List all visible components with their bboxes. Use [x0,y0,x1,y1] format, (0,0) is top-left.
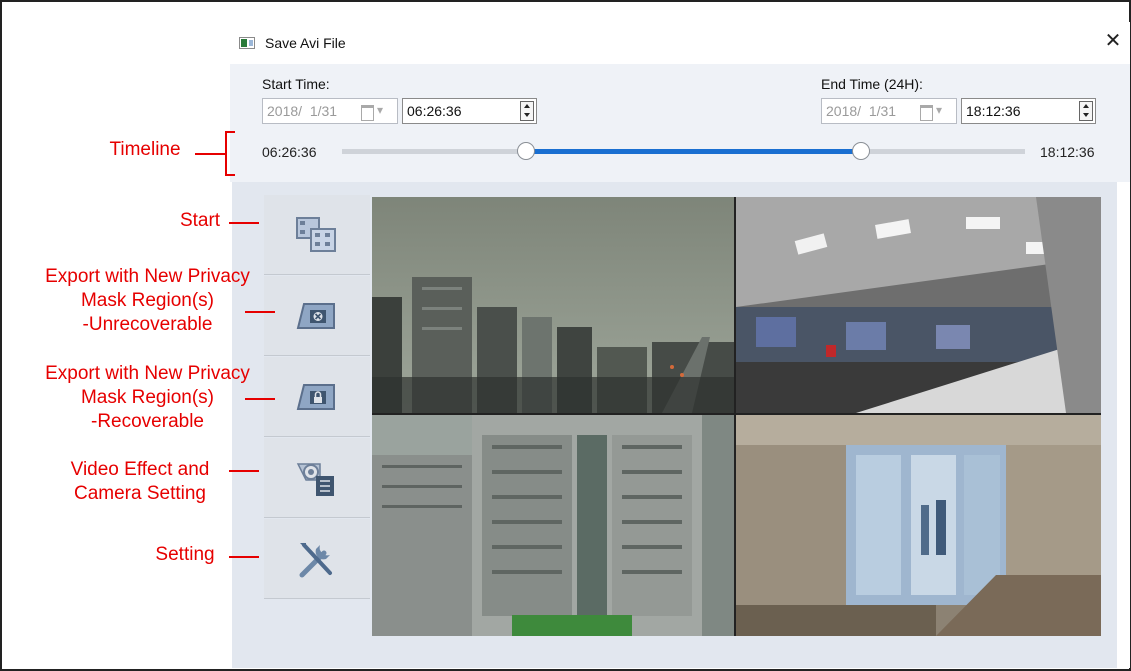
end-time-input[interactable]: 18:12:36 [961,98,1096,124]
end-date-picker[interactable]: 2018/ 1/31 [821,98,957,124]
annotation-video-effect: Video Effect and Camera Setting [45,458,235,506]
start-date-value: 2018/ 1/31 [267,103,338,119]
annotation-line [229,556,259,558]
start-date-picker[interactable]: 2018/ 1/31 [262,98,398,124]
city-skyline-view[interactable] [372,197,734,413]
timeline-start-handle[interactable] [517,142,536,160]
annotation-line [229,470,259,472]
timeline-start-caption: 06:26:36 [262,144,317,160]
start-time-value: 06:26:36 [407,103,462,119]
time-controls: Start Time: 2018/ 1/31 06:26:36 End Time… [230,64,1130,182]
annotation-recoverable: Export with New Privacy Mask Region(s) -… [20,362,275,434]
building-exterior-view[interactable] [372,415,734,636]
annotation-line [229,222,259,224]
annotation-setting: Setting [155,544,215,565]
annotation-text-line: Mask Region(s) [80,387,215,408]
export-privacy-unrecoverable-button[interactable] [264,276,370,356]
start-time-label: Start Time: [262,76,330,92]
start-button[interactable] [264,195,370,275]
start-time-input[interactable]: 06:26:36 [402,98,537,124]
player-panel [232,182,1117,668]
timeline-end-caption: 18:12:36 [1040,144,1095,160]
side-toolbar [264,195,370,599]
camera-feed-image [736,415,1101,636]
calendar-dropdown-icon[interactable] [361,103,393,121]
app-icon [239,37,255,49]
lobby-entrance-view[interactable] [736,415,1101,636]
end-time-label: End Time (24H): [821,76,923,92]
end-time-value: 18:12:36 [966,103,1021,119]
annotation-line [195,153,225,155]
timeline-end-handle[interactable] [852,142,871,160]
export-privacy-recoverable-button[interactable] [264,357,370,437]
camera-feed-image [372,197,734,413]
annotation-text-line: Export with New Privacy [45,266,250,287]
annotation-text-line: -Unrecoverable [82,314,213,335]
annotation-text-line: Camera Setting [73,483,206,504]
annotation-start: Start [179,210,221,231]
end-time-spinner-icon[interactable] [1079,101,1093,121]
annotation-text-line: -Recoverable [91,411,204,432]
office-interior-view[interactable] [736,197,1101,413]
video-grid [372,197,1101,636]
mask-lock-icon [296,384,335,410]
player-area [230,182,1130,668]
annotation-brace [225,131,235,176]
camera-feed-image [372,415,734,636]
dialog-title: Save Avi File [265,35,346,51]
annotation-line [245,398,275,400]
close-icon[interactable]: ✕ [1100,28,1126,54]
camera-list-icon [296,463,334,496]
video-effect-camera-setting-button[interactable] [264,438,370,518]
annotation-text-line: Video Effect and [70,459,210,480]
end-date-value: 2018/ 1/31 [826,103,897,119]
save-avi-dialog: Save Avi File ✕ Start Time: 2018/ 1/31 0… [230,22,1130,668]
camera-feed-image [736,197,1101,413]
start-time-spinner-icon[interactable] [520,101,534,121]
annotation-timeline: Timeline [109,139,181,160]
film-frames-icon [296,217,336,252]
annotation-text-line: Mask Region(s) [80,290,215,311]
annotation-unrecoverable: Export with New Privacy Mask Region(s) -… [20,265,275,337]
title-bar: Save Avi File ✕ [230,22,1130,64]
annotation-line [245,311,275,313]
mask-x-icon [296,303,335,329]
wrench-screwdriver-icon [299,543,332,578]
annotation-text-line: Export with New Privacy [45,363,250,384]
timeline-selected-range [526,149,862,154]
setting-button[interactable] [264,519,370,599]
calendar-dropdown-icon[interactable] [920,103,952,121]
timeline-slider[interactable] [342,142,1025,160]
